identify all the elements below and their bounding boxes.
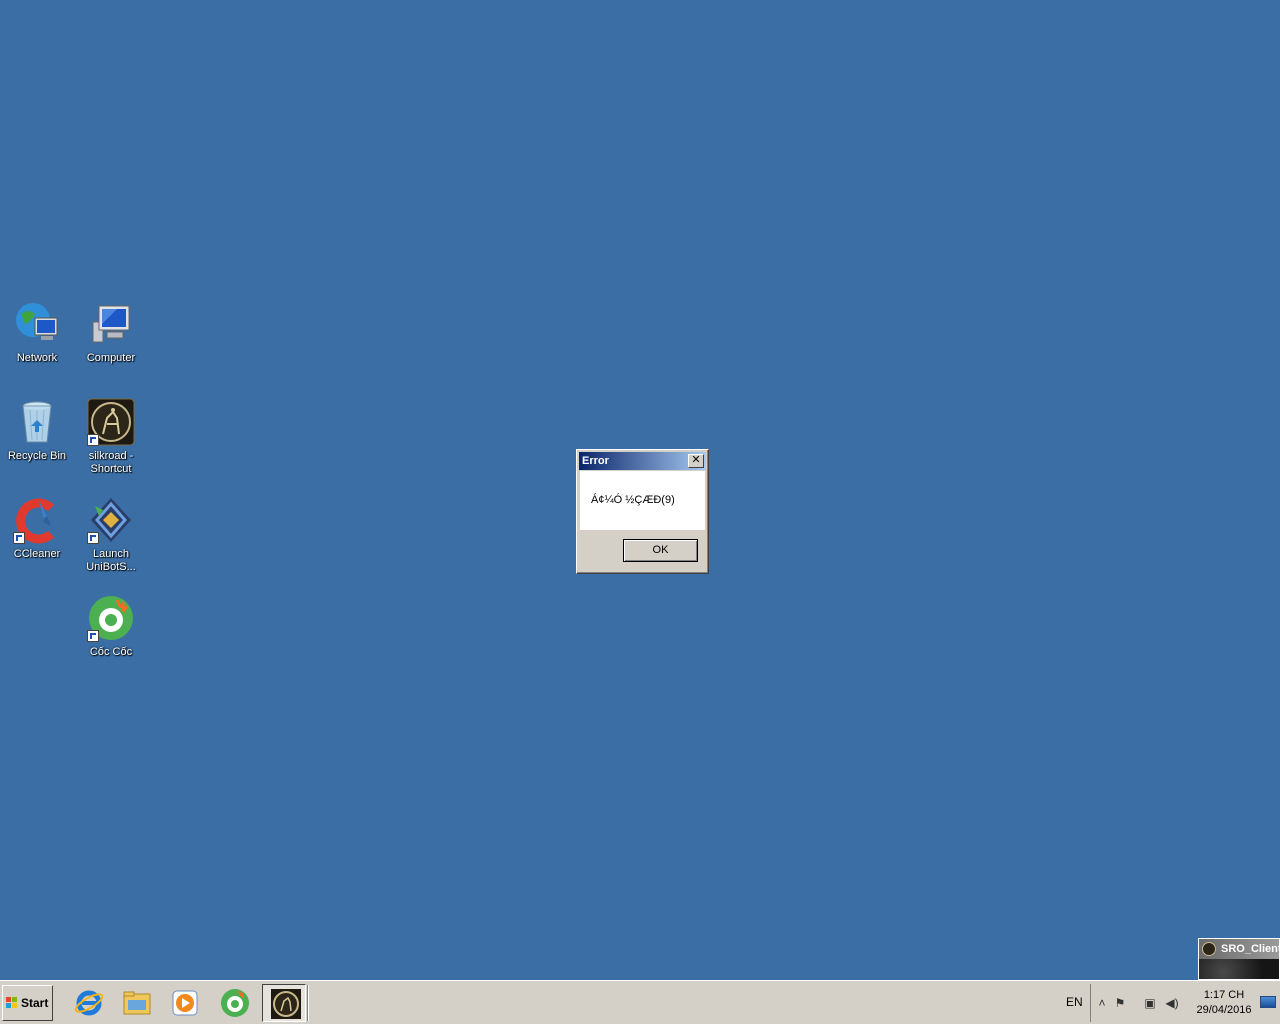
error-dialog: Error ✕ Á¢¼Ó ½ÇÆÐ(9) OK [576, 449, 709, 574]
media-player-icon [172, 990, 198, 1016]
thumbnail-title: SRO_Client [1221, 943, 1280, 955]
taskbar-internet-explorer[interactable] [66, 984, 110, 1022]
silkroad-icon [271, 989, 301, 1019]
language-indicator[interactable]: EN [1066, 995, 1083, 1009]
taskbar-coccoc[interactable] [212, 984, 256, 1022]
clock-time: 1:17 CH [1203, 989, 1245, 1001]
shortcut-arrow-icon [87, 630, 99, 642]
taskbar-separator [307, 985, 309, 1021]
windows-flag-icon [6, 997, 18, 1009]
start-button[interactable]: Start [2, 985, 53, 1021]
desktop-icon-ccleaner[interactable]: CCleaner [0, 496, 74, 561]
start-label: Start [21, 996, 49, 1010]
window-thumbnail-sro-client[interactable]: SRO_Client [1198, 938, 1280, 980]
unibot-icon [87, 496, 135, 544]
desktop-icon-unibot[interactable]: Launch UniBotS... [74, 496, 148, 574]
show-desktop-button[interactable] [1260, 996, 1276, 1008]
action-center-icon[interactable]: ⚑ [1113, 996, 1127, 1010]
shortcut-arrow-icon [87, 532, 99, 544]
dialog-titlebar[interactable]: Error ✕ [579, 452, 706, 470]
taskbar: Start EN ˄ ⚑ ▣ ◀) 1:17 CH 29/04/2016 [0, 980, 1280, 1024]
desktop-icon-recycle-bin[interactable]: Recycle Bin [0, 398, 74, 463]
taskbar-media-player[interactable] [162, 984, 206, 1022]
close-icon[interactable]: ✕ [688, 454, 704, 468]
desktop-icon-label: Cốc Cốc [89, 646, 133, 658]
silkroad-icon [87, 398, 135, 446]
taskbar-silkroad[interactable] [262, 984, 306, 1022]
desktop-icon-silkroad[interactable]: silkroad - Shortcut [74, 398, 148, 476]
thumbnail-header: SRO_Client [1199, 939, 1279, 959]
coccoc-icon [221, 989, 249, 1017]
recycle-bin-icon [13, 398, 61, 446]
desktop-icon-label: Network [16, 352, 58, 364]
desktop-icon-label: Computer [86, 352, 136, 364]
desktop-icon-computer[interactable]: Computer [74, 300, 148, 365]
dialog-message: Á¢¼Ó ½ÇÆÐ(9) [591, 494, 675, 506]
silkroad-icon [1202, 942, 1216, 956]
network-icon [13, 300, 61, 348]
windows-explorer-icon [123, 991, 151, 1015]
ccleaner-icon [13, 496, 61, 544]
dialog-title: Error [582, 455, 609, 467]
thumbnail-preview [1199, 959, 1279, 979]
shortcut-arrow-icon [87, 434, 99, 446]
shortcut-arrow-icon [13, 532, 25, 544]
ok-button[interactable]: OK [623, 539, 698, 562]
computer-icon [87, 300, 135, 348]
coccoc-icon [87, 594, 135, 642]
desktop-icon-label: silkroad - Shortcut [88, 450, 134, 475]
desktop-icon-label: Recycle Bin [7, 450, 67, 462]
network-status-icon[interactable]: ▣ [1143, 996, 1157, 1010]
dialog-message-area: Á¢¼Ó ½ÇÆÐ(9) [580, 471, 705, 530]
volume-icon[interactable]: ◀) [1165, 996, 1179, 1010]
show-hidden-icons-icon[interactable]: ˄ [1095, 996, 1109, 1010]
desktop-icon-label: Launch UniBotS... [86, 548, 136, 573]
clock[interactable]: 1:17 CH 29/04/2016 [1190, 988, 1258, 1018]
desktop-icon-coccoc[interactable]: Cốc Cốc [74, 594, 148, 659]
internet-explorer-icon [74, 990, 104, 1016]
desktop-icon-network[interactable]: Network [0, 300, 74, 365]
taskbar-windows-explorer[interactable] [114, 984, 158, 1022]
clock-date: 29/04/2016 [1196, 1004, 1252, 1016]
desktop-icon-label: CCleaner [13, 548, 61, 560]
